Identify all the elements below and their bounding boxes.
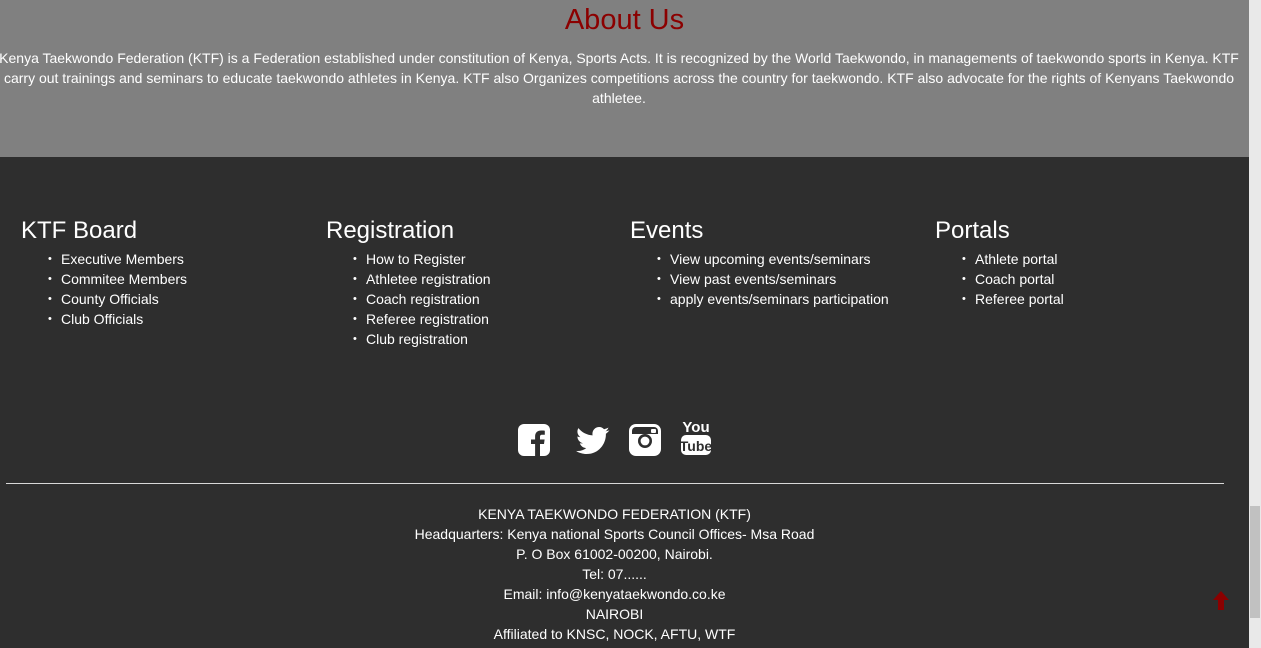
youtube-icon[interactable]: You Tube	[680, 416, 712, 461]
link-how-to-register[interactable]: How to Register	[353, 249, 616, 269]
link-apply-events[interactable]: apply events/seminars participation	[657, 289, 920, 309]
headquarters: Headquarters: Kenya national Sports Coun…	[414, 526, 815, 542]
link-referee-registration[interactable]: Referee registration	[353, 309, 616, 329]
column-title: KTF Board	[21, 217, 138, 244]
telephone: Tel: 07......	[582, 566, 647, 582]
link-upcoming-events[interactable]: View upcoming events/seminars	[657, 249, 920, 269]
events-links: View upcoming events/seminars View past …	[630, 249, 920, 309]
footer-column-ktf-board: KTF Board Executive Members Commitee Mem…	[21, 217, 311, 329]
link-commitee-members[interactable]: Commitee Members	[48, 269, 311, 289]
link-past-events[interactable]: View past events/seminars	[657, 269, 920, 289]
link-coach-registration[interactable]: Coach registration	[353, 289, 616, 309]
affiliation: Affiliated to KNSC, NOCK, AFTU, WTF	[493, 626, 736, 642]
svg-text:You: You	[682, 419, 709, 436]
link-athlete-portal[interactable]: Athlete portal	[962, 249, 1225, 269]
city: NAIROBI	[585, 606, 644, 622]
svg-text:Tube: Tube	[680, 438, 712, 454]
po-box: P. O Box 61002-00200, Nairobi.	[516, 546, 713, 562]
portals-links: Athlete portal Coach portal Referee port…	[935, 249, 1225, 309]
column-title: Events	[630, 217, 704, 244]
footer-column-registration: Registration How to Register Athletee re…	[326, 217, 616, 349]
link-referee-portal[interactable]: Referee portal	[962, 289, 1225, 309]
footer-divider	[6, 483, 1224, 484]
footer-column-portals: Portals Athlete portal Coach portal Refe…	[935, 217, 1225, 309]
ktf-board-links: Executive Members Commitee Members Count…	[21, 249, 311, 329]
contact-info: KENYA TAEKWONDO FEDERATION (KTF) Headqua…	[0, 504, 1229, 644]
email[interactable]: Email: info@kenyataekwondo.co.ke	[0, 584, 1229, 604]
facebook-icon[interactable]	[517, 423, 551, 462]
org-name: KENYA TAEKWONDO FEDERATION (KTF)	[478, 506, 751, 522]
about-text: Kenya Taekwondo Federation (KTF) is a Fe…	[0, 50, 1239, 106]
link-executive-members[interactable]: Executive Members	[48, 249, 311, 269]
footer-column-events: Events View upcoming events/seminars Vie…	[630, 217, 920, 309]
about-section: About Us Kenya Taekwondo Federation (KTF…	[0, 0, 1249, 157]
link-county-officials[interactable]: County Officials	[48, 289, 311, 309]
link-club-officials[interactable]: Club Officials	[48, 309, 311, 329]
column-title: Registration	[326, 217, 455, 244]
back-to-top-arrow-icon[interactable]	[1211, 590, 1231, 612]
vertical-scrollbar[interactable]	[1249, 0, 1261, 648]
link-coach-portal[interactable]: Coach portal	[962, 269, 1225, 289]
social-links: You Tube	[517, 419, 717, 463]
twitter-icon[interactable]	[576, 426, 610, 461]
link-athletee-registration[interactable]: Athletee registration	[353, 269, 616, 289]
instagram-icon[interactable]	[628, 423, 662, 462]
registration-links: How to Register Athletee registration Co…	[326, 249, 616, 349]
site-footer: KTF Board Executive Members Commitee Mem…	[0, 157, 1249, 648]
about-title: About Us	[564, 4, 685, 36]
link-club-registration[interactable]: Club registration	[353, 329, 616, 349]
scrollbar-thumb[interactable]	[1250, 506, 1260, 618]
column-title: Portals	[935, 217, 1010, 244]
